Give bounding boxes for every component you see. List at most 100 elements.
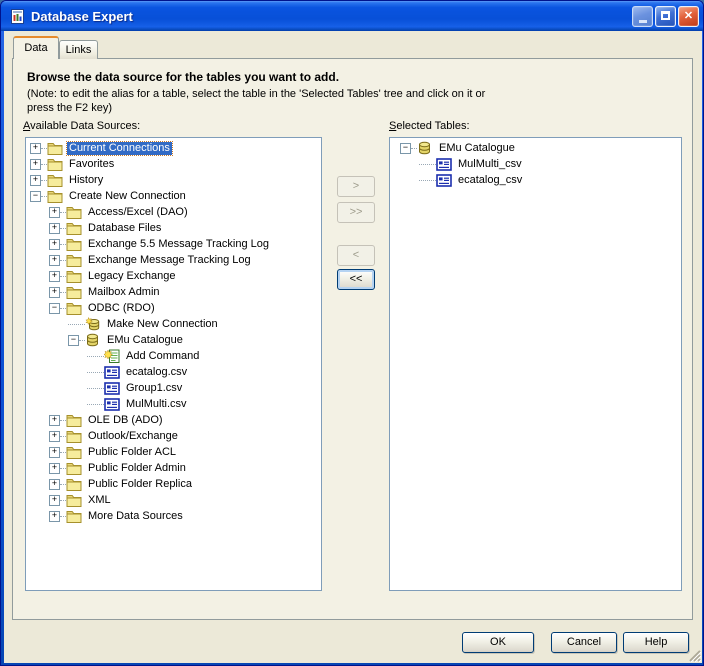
- tree-item-make-new-connection[interactable]: Make New Connection: [28, 316, 321, 332]
- page-heading: Browse the data source for the tables yo…: [27, 70, 339, 84]
- expand-toggle-icon[interactable]: +: [49, 447, 60, 458]
- expand-toggle-icon[interactable]: +: [49, 479, 60, 490]
- maximize-icon: [661, 11, 670, 20]
- expand-toggle-icon[interactable]: +: [49, 415, 60, 426]
- folder-icon: [66, 205, 83, 219]
- expand-toggle-icon[interactable]: +: [49, 463, 60, 474]
- tree-item-label: Add Command: [124, 350, 201, 363]
- expand-toggle-icon[interactable]: +: [49, 431, 60, 442]
- tree-item-label: Access/Excel (DAO): [86, 206, 190, 219]
- folder-icon: [66, 221, 83, 235]
- tree-item-add-command[interactable]: Add Command: [28, 348, 321, 364]
- tree-connector-line: [419, 164, 436, 165]
- expand-toggle-icon[interactable]: +: [49, 207, 60, 218]
- expand-toggle-icon[interactable]: +: [49, 287, 60, 298]
- minimize-button[interactable]: [632, 6, 653, 27]
- expand-toggle-icon[interactable]: +: [30, 143, 41, 154]
- cancel-button[interactable]: Cancel: [551, 632, 617, 653]
- expand-toggle-icon[interactable]: +: [49, 255, 60, 266]
- tree-item-public-folder-admin[interactable]: +Public Folder Admin: [28, 460, 321, 476]
- move-left-button[interactable]: <: [337, 245, 375, 266]
- tab-links[interactable]: Links: [59, 40, 98, 59]
- title-bar[interactable]: Database Expert ✕: [1, 1, 704, 31]
- report-document-icon: [9, 8, 26, 25]
- expand-toggle-icon[interactable]: +: [49, 495, 60, 506]
- tree-item-xml[interactable]: + XML: [28, 492, 321, 508]
- note-line-1: (Note: to edit the alias for a table, se…: [27, 87, 485, 101]
- tree-item-label: More Data Sources: [86, 510, 185, 523]
- folder-icon: [66, 429, 83, 443]
- collapse-toggle-icon[interactable]: −: [49, 303, 60, 314]
- tree-item-group1-csv[interactable]: Group1.csv: [28, 380, 321, 396]
- table-icon: [104, 381, 121, 395]
- tree-item-database-files[interactable]: +Database Files: [28, 220, 321, 236]
- available-sources-tree[interactable]: + Current Connections+Favorites+History − C…: [25, 137, 322, 591]
- tree-item-label: Outlook/Exchange: [86, 430, 180, 443]
- table-icon: [104, 397, 121, 411]
- tree-item-exchange-5-5-message-tracking-log[interactable]: + Exchange 5.5 Message Tracking Log: [28, 236, 321, 252]
- tab-data[interactable]: Data: [13, 36, 59, 59]
- help-button[interactable]: Help: [623, 632, 689, 653]
- selected-tables-tree[interactable]: − EMu CatalogueMulMulti_csv ecatalog_csv: [389, 137, 682, 591]
- tree-item-legacy-exchange[interactable]: +Legacy Exchange: [28, 268, 321, 284]
- resize-grip[interactable]: [687, 648, 701, 662]
- tree-item-mailbox-admin[interactable]: +Mailbox Admin: [28, 284, 321, 300]
- collapse-toggle-icon[interactable]: −: [400, 143, 411, 154]
- tree-item-favorites[interactable]: +Favorites: [28, 156, 321, 172]
- tree-item-mulmulti-csv[interactable]: MulMulti_csv: [398, 156, 681, 172]
- table-icon: [436, 173, 453, 187]
- folder-icon: [66, 301, 83, 315]
- tree-item-label: Exchange Message Tracking Log: [86, 254, 253, 267]
- tree-item-label: ecatalog.csv: [124, 366, 189, 379]
- tree-item-label: EMu Catalogue: [437, 142, 517, 155]
- tree-connector-line: [87, 404, 104, 405]
- tree-item-ecatalog-csv[interactable]: ecatalog.csv: [28, 364, 321, 380]
- tree-item-public-folder-replica[interactable]: +Public Folder Replica: [28, 476, 321, 492]
- table-icon: [104, 365, 121, 379]
- tree-item-more-data-sources[interactable]: + More Data Sources: [28, 508, 321, 524]
- expand-toggle-icon[interactable]: +: [49, 223, 60, 234]
- tree-item-current-connections[interactable]: + Current Connections: [28, 140, 321, 156]
- tree-item-exchange-message-tracking-log[interactable]: + Exchange Message Tracking Log: [28, 252, 321, 268]
- folder-icon: [47, 157, 64, 171]
- selected-tables-label: Selected Tables:: [389, 120, 470, 132]
- page-note: (Note: to edit the alias for a table, se…: [27, 87, 485, 115]
- tree-item-label: Exchange 5.5 Message Tracking Log: [86, 238, 271, 251]
- folder-icon: [66, 237, 83, 251]
- table-icon: [436, 157, 453, 171]
- expand-toggle-icon[interactable]: +: [49, 239, 60, 250]
- tree-connector-line: [68, 324, 85, 325]
- tree-connector-line: [419, 180, 436, 181]
- close-button[interactable]: ✕: [678, 6, 699, 27]
- ok-button[interactable]: OK: [462, 632, 534, 653]
- tree-item-label: XML: [86, 494, 113, 507]
- tree-item-public-folder-acl[interactable]: +Public Folder ACL: [28, 444, 321, 460]
- tree-item-label: Current Connections: [67, 142, 172, 155]
- move-all-left-button[interactable]: <<: [337, 269, 375, 290]
- expand-toggle-icon[interactable]: +: [30, 159, 41, 170]
- move-all-right-button[interactable]: >>: [337, 202, 375, 223]
- tree-item-ecatalog-csv[interactable]: ecatalog_csv: [398, 172, 681, 188]
- tree-item-emu-catalogue[interactable]: − EMu Catalogue: [398, 140, 681, 156]
- tree-item-create-new-connection[interactable]: − Create New Connection: [28, 188, 321, 204]
- folder-icon: [66, 413, 83, 427]
- move-right-button[interactable]: >: [337, 176, 375, 197]
- tree-item-emu-catalogue[interactable]: −EMu Catalogue: [28, 332, 321, 348]
- tree-item-label: Create New Connection: [67, 190, 188, 203]
- tree-item-history[interactable]: +History: [28, 172, 321, 188]
- expand-toggle-icon[interactable]: +: [49, 511, 60, 522]
- tree-item-outlook-exchange[interactable]: + Outlook/Exchange: [28, 428, 321, 444]
- tree-item-access-excel-dao[interactable]: + Access/Excel (DAO): [28, 204, 321, 220]
- tree-item-odbc-rdo[interactable]: −ODBC (RDO): [28, 300, 321, 316]
- close-icon: ✕: [684, 10, 693, 22]
- tree-item-mulmulti-csv[interactable]: MulMulti.csv: [28, 396, 321, 412]
- folder-icon: [66, 285, 83, 299]
- expand-toggle-icon[interactable]: +: [30, 175, 41, 186]
- collapse-toggle-icon[interactable]: −: [30, 191, 41, 202]
- tree-item-label: ecatalog_csv: [456, 174, 524, 187]
- expand-toggle-icon[interactable]: +: [49, 271, 60, 282]
- tree-item-ole-db-ado[interactable]: +OLE DB (ADO): [28, 412, 321, 428]
- db-icon: [85, 333, 102, 347]
- collapse-toggle-icon[interactable]: −: [68, 335, 79, 346]
- maximize-button[interactable]: [655, 6, 676, 27]
